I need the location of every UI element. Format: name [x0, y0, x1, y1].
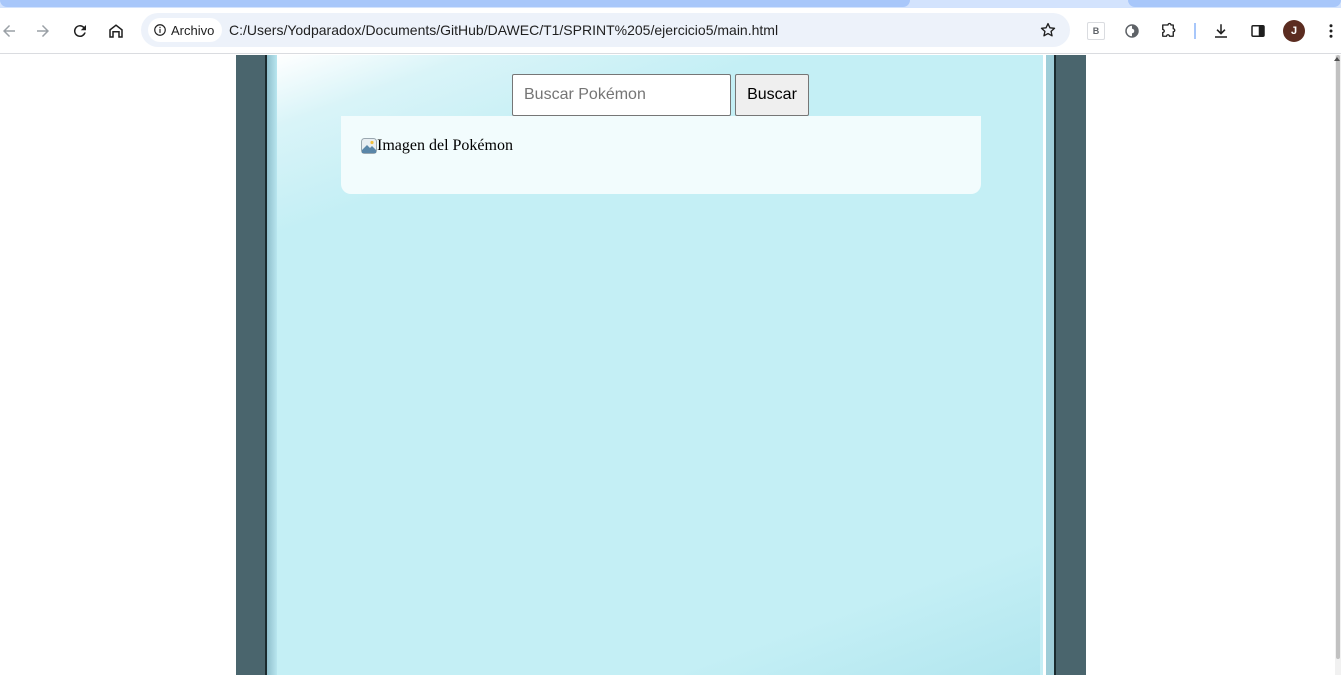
extensions-button[interactable] — [1155, 18, 1181, 44]
device-bezel-left — [267, 55, 277, 675]
browser-toolbar: Archivo C:/Users/Yodparadox/Documents/Gi… — [0, 8, 1341, 54]
performance-icon — [1125, 24, 1139, 38]
toolbar-separator — [1194, 23, 1196, 39]
pokemon-image: Imagen del Pokémon — [361, 137, 513, 155]
site-info-label: Archivo — [171, 22, 215, 38]
home-icon — [109, 24, 123, 38]
pokemon-search-input[interactable] — [512, 74, 731, 116]
side-panel-icon — [1251, 25, 1265, 37]
download-icon — [1215, 24, 1227, 38]
forward-button[interactable] — [30, 18, 56, 44]
active-tab-shape[interactable] — [0, 0, 910, 7]
address-bar[interactable]: Archivo C:/Users/Yodparadox/Documents/Gi… — [141, 13, 1070, 47]
downloads-button[interactable] — [1208, 18, 1234, 44]
extension-b-icon[interactable]: B — [1087, 22, 1105, 40]
home-button[interactable] — [103, 18, 129, 44]
star-icon[interactable] — [1039, 21, 1057, 39]
reload-icon — [73, 25, 86, 38]
tab-strip — [0, 0, 1341, 8]
reload-button[interactable] — [67, 18, 93, 44]
page-viewport: Buscar Imagen del Pokémon — [0, 55, 1341, 675]
tab-shape[interactable] — [1128, 0, 1341, 7]
info-icon — [154, 24, 166, 36]
performance-extension-button[interactable] — [1119, 18, 1145, 44]
page-scrollbar[interactable] — [1334, 55, 1341, 675]
url-text[interactable]: C:/Users/Yodparadox/Documents/GitHub/DAW… — [229, 22, 778, 38]
broken-image-icon — [361, 138, 377, 154]
site-info-chip[interactable]: Archivo — [148, 18, 223, 42]
device-frame-right — [1054, 55, 1086, 675]
search-button[interactable]: Buscar — [735, 74, 809, 116]
menu-button[interactable] — [1318, 18, 1341, 44]
scrollbar-thumb[interactable] — [1336, 55, 1340, 659]
side-panel-button[interactable] — [1245, 18, 1271, 44]
scroll-up-arrow[interactable] — [1334, 57, 1340, 61]
result-card — [341, 116, 981, 194]
device-frame-left — [236, 55, 267, 675]
more-icon — [1329, 24, 1333, 38]
pokemon-image-alt: Imagen del Pokémon — [377, 137, 513, 154]
avatar[interactable]: J — [1283, 20, 1305, 42]
device-bezel-right — [1040, 55, 1054, 675]
back-icon — [3, 25, 15, 37]
back-button[interactable] — [0, 18, 22, 44]
puzzle-icon — [1162, 22, 1176, 37]
forward-icon — [37, 25, 49, 37]
